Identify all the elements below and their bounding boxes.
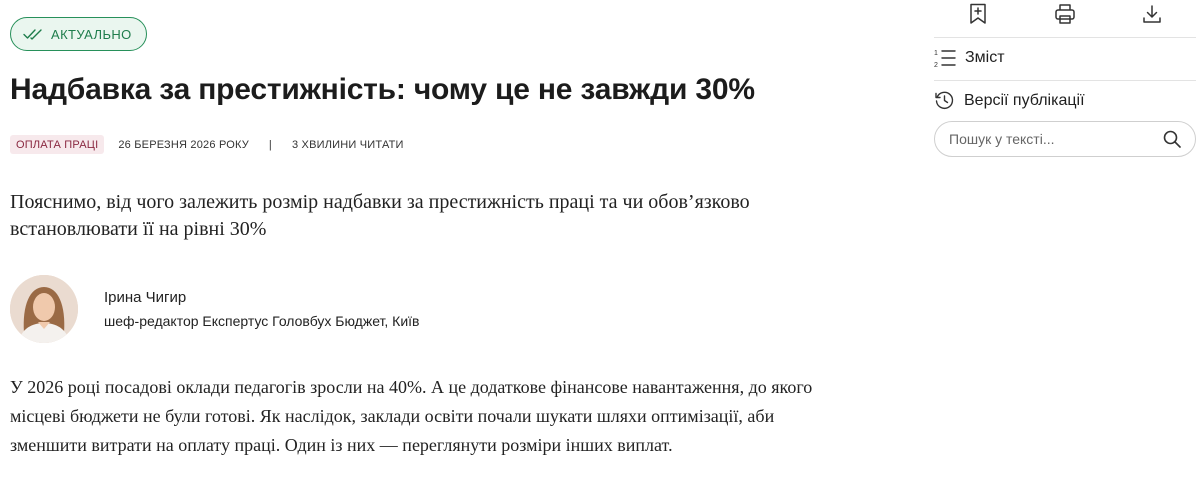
category-tag[interactable]: ОПЛАТА ПРАЦІ — [10, 135, 105, 154]
history-icon — [935, 91, 954, 110]
author-role: шеф-редактор Експертус Головбух Бюджет, … — [104, 313, 420, 329]
printer-icon — [1055, 4, 1075, 24]
sidebar-divider — [934, 80, 1196, 81]
bookmark-button[interactable] — [966, 2, 990, 26]
svg-text:1: 1 — [934, 50, 938, 57]
read-time: 3 ХВИЛИНИ ЧИТАТИ — [291, 138, 404, 151]
download-icon — [1143, 5, 1161, 23]
author-info: Ірина Чигир шеф-редактор Експертус Голов… — [104, 289, 419, 329]
search-icon[interactable] — [1163, 130, 1181, 148]
status-badge-label: АКТУАЛЬНО — [51, 26, 132, 42]
text-search[interactable] — [934, 121, 1196, 157]
versions-label: Версії публікації — [964, 91, 1085, 109]
contents-button[interactable]: 1 2 Зміст — [934, 48, 1005, 68]
publication-date: 26 БЕРЕЗНЯ 2026 РОКУ — [118, 138, 249, 151]
contents-label: Зміст — [965, 49, 1005, 66]
article-meta: ОПЛАТА ПРАЦІ 26 БЕРЕЗНЯ 2026 РОКУ | 3 ХВ… — [10, 135, 404, 154]
author-name[interactable]: Ірина Чигир — [104, 289, 419, 306]
double-check-icon — [23, 29, 42, 40]
meta-separator: | — [268, 138, 272, 151]
author-block: Ірина Чигир шеф-редактор Експертус Голов… — [10, 275, 419, 343]
bookmark-add-icon — [970, 3, 986, 24]
article-toolbar — [934, 0, 1196, 34]
svg-text:2: 2 — [934, 62, 938, 68]
versions-button[interactable]: Версії публікації — [934, 90, 1085, 111]
status-badge: АКТУАЛЬНО — [10, 17, 147, 51]
numbered-list-icon: 1 2 — [934, 50, 956, 68]
sidebar-divider — [934, 37, 1196, 38]
article-body-paragraph: У 2026 році посадові оклади педагогів зр… — [10, 377, 813, 455]
print-button[interactable] — [1053, 2, 1077, 26]
download-button[interactable] — [1140, 2, 1164, 26]
article-lead: Пояснимо, від чого залежить розмір надба… — [10, 191, 750, 240]
author-avatar — [10, 275, 78, 343]
article-title: Надбавка за престижність: чому це не зав… — [10, 73, 755, 106]
search-input[interactable] — [949, 131, 1163, 147]
